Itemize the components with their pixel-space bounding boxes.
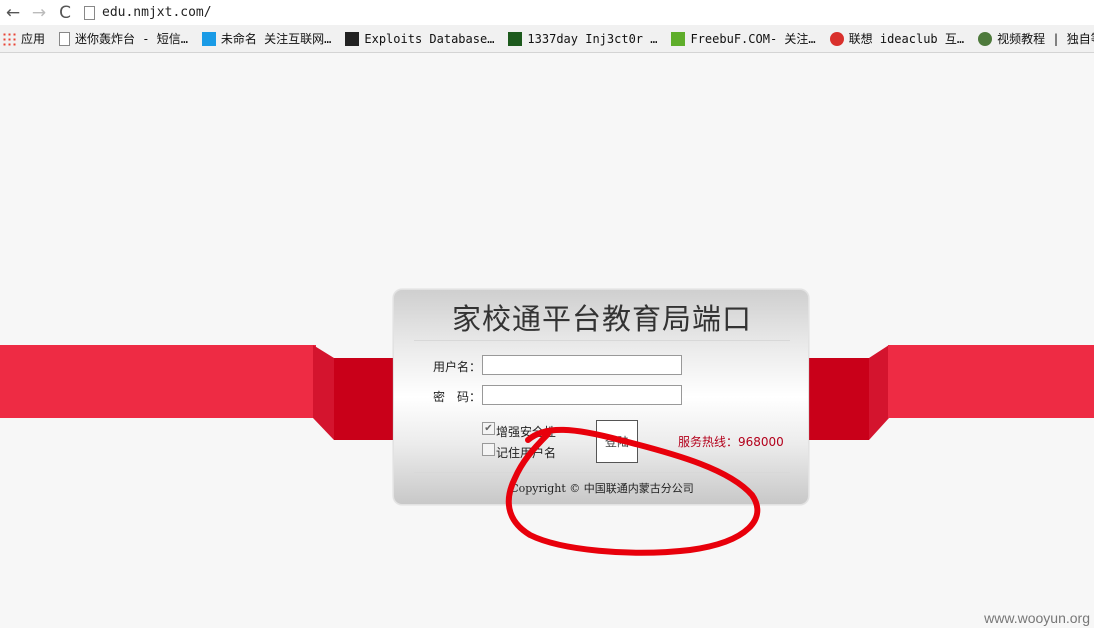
annotation-circle <box>505 426 761 556</box>
annotation-stroke <box>505 426 761 556</box>
watermark: www.wooyun.org <box>984 610 1090 626</box>
